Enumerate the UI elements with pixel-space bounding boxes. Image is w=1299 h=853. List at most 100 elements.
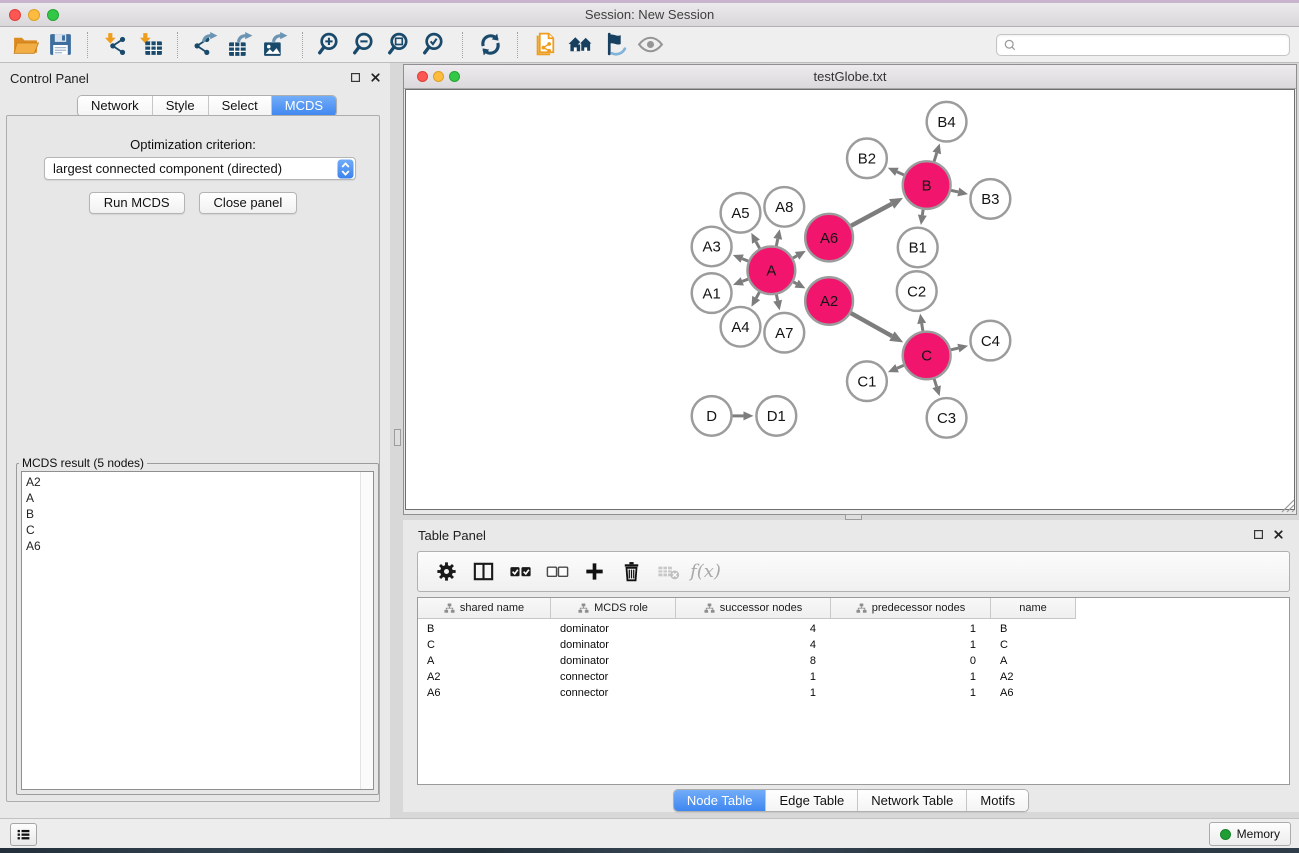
- resize-grip-icon[interactable]: [1281, 499, 1295, 513]
- control-tab-network[interactable]: Network: [78, 96, 153, 116]
- export-network-button[interactable]: [188, 29, 223, 60]
- zoom-out-button[interactable]: [348, 29, 383, 60]
- zoom-fit-button[interactable]: [383, 29, 418, 60]
- open-folder-button[interactable]: [8, 29, 43, 60]
- result-scrollbar[interactable]: [360, 472, 373, 789]
- homes-button[interactable]: [563, 29, 598, 60]
- control-tab-select[interactable]: Select: [209, 96, 272, 116]
- mcds-result-list[interactable]: A2ABCA6: [21, 471, 374, 790]
- search-icon: [1003, 38, 1017, 52]
- mcds-result-fieldset: MCDS result (5 nodes) A2ABCA6: [16, 456, 379, 795]
- graph-edge-A6-B[interactable]: [851, 204, 892, 226]
- vertical-splitter-handle[interactable]: [394, 429, 401, 446]
- graph-edge-A-A7[interactable]: [776, 295, 777, 301]
- graph-edge-A-A2[interactable]: [793, 282, 796, 284]
- table-row[interactable]: A6connector11A6: [418, 685, 1289, 701]
- table-row[interactable]: Cdominator41C: [418, 637, 1289, 653]
- graph-edge-arrowhead: [773, 300, 782, 311]
- mcds-result-item[interactable]: A2: [26, 474, 373, 490]
- delete-table-button[interactable]: [650, 555, 687, 589]
- graph-edge-B-B1[interactable]: [922, 210, 923, 216]
- dropdown-stepper-icon: [337, 159, 354, 179]
- deselect-all-button[interactable]: [539, 555, 576, 589]
- mcds-result-item[interactable]: B: [26, 506, 373, 522]
- graph-edge-C-C3[interactable]: [934, 379, 936, 387]
- function-builder-button[interactable]: f(x): [687, 555, 724, 589]
- run-mcds-button[interactable]: Run MCDS: [89, 192, 185, 214]
- trash-button[interactable]: [613, 555, 650, 589]
- column-header-shared-name[interactable]: shared name: [418, 598, 551, 618]
- search-field[interactable]: [996, 34, 1290, 56]
- zoom-selected-button[interactable]: [418, 29, 453, 60]
- table-tab-node-table[interactable]: Node Table: [674, 790, 767, 811]
- control-tab-style[interactable]: Style: [153, 96, 209, 116]
- graph-edge-C-C2[interactable]: [922, 323, 923, 331]
- select-all-button[interactable]: [502, 555, 539, 589]
- zoom-in-button[interactable]: [313, 29, 348, 60]
- table-tab-motifs[interactable]: Motifs: [967, 790, 1028, 811]
- graph-edge-A-A6[interactable]: [793, 256, 797, 258]
- export-table-button[interactable]: [223, 29, 258, 60]
- network-document-icon: [532, 31, 559, 58]
- refresh-button[interactable]: [473, 29, 508, 60]
- minimize-window-button[interactable]: [28, 9, 40, 21]
- column-header-successor-nodes[interactable]: successor nodes: [676, 598, 831, 618]
- table-tab-edge-table[interactable]: Edge Table: [766, 790, 858, 811]
- graph-edge-B-B4[interactable]: [934, 153, 937, 162]
- graph-edge-A-A8[interactable]: [776, 239, 777, 246]
- column-header-predecessor-nodes[interactable]: predecessor nodes: [831, 598, 991, 618]
- export-image-button[interactable]: [258, 29, 293, 60]
- float-panel-icon[interactable]: [349, 71, 362, 84]
- control-tab-mcds[interactable]: MCDS: [272, 96, 336, 116]
- control-panel: Control Panel NetworkStyleSelectMCDS Opt…: [0, 63, 390, 818]
- network-document-button[interactable]: [528, 29, 563, 60]
- graph-edge-C-C4[interactable]: [951, 348, 958, 350]
- mcds-result-item[interactable]: C: [26, 522, 373, 538]
- add-button[interactable]: [576, 555, 613, 589]
- close-table-panel-icon[interactable]: [1272, 528, 1285, 541]
- add-icon: [582, 559, 607, 584]
- column-header-name[interactable]: name: [991, 598, 1076, 618]
- network-minimize-button[interactable]: [433, 71, 444, 82]
- graph-edge-A-A1[interactable]: [742, 279, 748, 281]
- column-header-MCDS-role[interactable]: MCDS role: [551, 598, 676, 618]
- graph-node-label: B: [922, 178, 932, 194]
- network-canvas[interactable]: AA1A2A3A4A5A6A7A8BB1B2B3B4CC1C2C3C4DD1: [405, 89, 1295, 510]
- table-row[interactable]: A2connector11A2: [418, 669, 1289, 685]
- network-zoom-button[interactable]: [449, 71, 460, 82]
- close-panel-icon[interactable]: [369, 71, 382, 84]
- search-input[interactable]: [1021, 37, 1283, 53]
- graph-edge-A-A4[interactable]: [756, 292, 759, 298]
- float-table-panel-icon[interactable]: [1252, 528, 1265, 541]
- graph-edge-B-B2[interactable]: [897, 172, 904, 175]
- toolbar-separator: [177, 32, 179, 58]
- tree-icon: [444, 603, 455, 614]
- memory-button[interactable]: Memory: [1209, 822, 1291, 846]
- graph-edge-A2-C[interactable]: [851, 313, 892, 336]
- task-history-button[interactable]: [10, 823, 37, 846]
- zoom-window-button[interactable]: [47, 9, 59, 21]
- control-panel-title: Control Panel: [10, 71, 89, 86]
- import-table-button[interactable]: [133, 29, 168, 60]
- close-window-button[interactable]: [9, 9, 21, 21]
- close-panel-button[interactable]: Close panel: [199, 192, 298, 214]
- table-row[interactable]: Bdominator41B: [418, 621, 1289, 637]
- graph-edge-B-B3[interactable]: [951, 190, 958, 192]
- network-close-button[interactable]: [417, 71, 428, 82]
- save-button[interactable]: [43, 29, 78, 60]
- toolbar-separator: [87, 32, 89, 58]
- split-panel-button[interactable]: [465, 555, 502, 589]
- gear-button[interactable]: [428, 555, 465, 589]
- network-graph[interactable]: AA1A2A3A4A5A6A7A8BB1B2B3B4CC1C2C3C4DD1: [406, 90, 1294, 509]
- import-network-button[interactable]: [98, 29, 133, 60]
- criterion-dropdown[interactable]: largest connected component (directed): [44, 157, 356, 180]
- flag-button[interactable]: [598, 29, 633, 60]
- eye-button[interactable]: [633, 29, 668, 60]
- mcds-result-item[interactable]: A: [26, 490, 373, 506]
- graph-edge-A-A5[interactable]: [756, 242, 760, 249]
- mcds-result-item[interactable]: A6: [26, 538, 373, 554]
- table-row[interactable]: Adominator80A: [418, 653, 1289, 669]
- graph-edge-A-A3[interactable]: [742, 259, 748, 261]
- graph-edge-C-C1[interactable]: [897, 365, 904, 368]
- table-tab-network-table[interactable]: Network Table: [858, 790, 967, 811]
